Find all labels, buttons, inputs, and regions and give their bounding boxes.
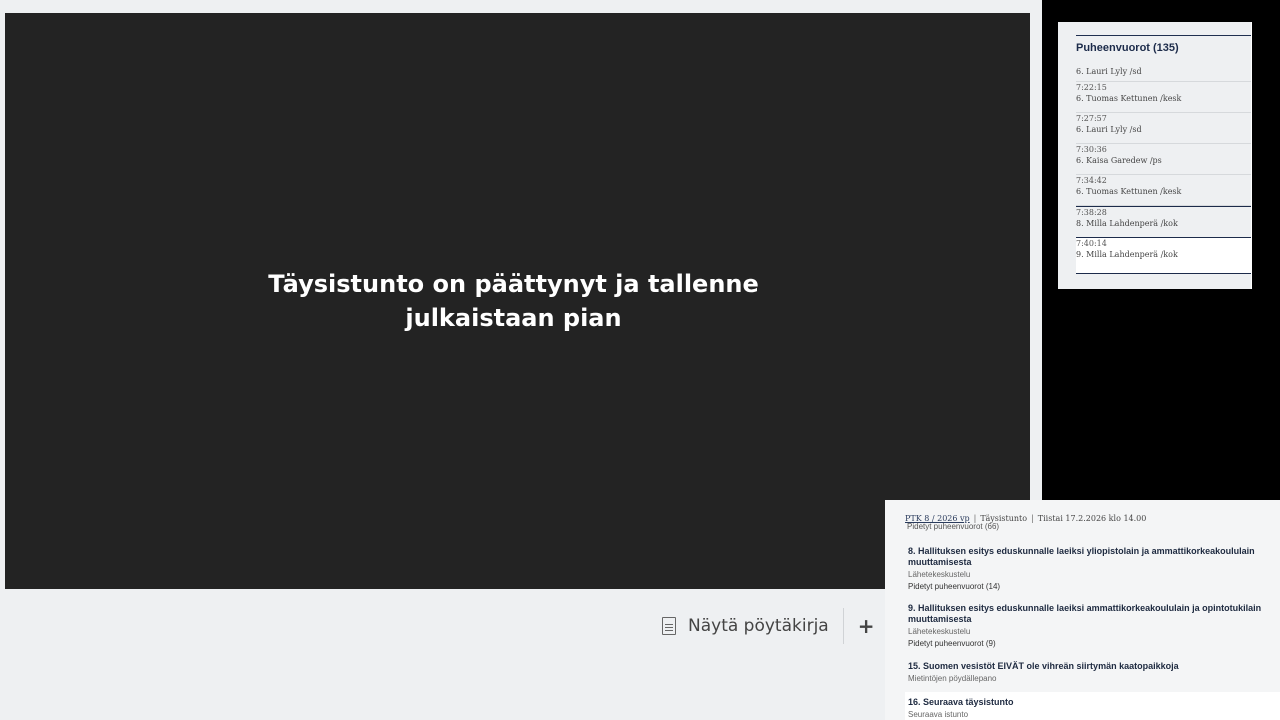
speech-item[interactable]: 7:38:28 8. Milla Lahdenperä /kok	[1076, 206, 1251, 237]
video-message-line-1: Täysistunto on päättynyt ja tallenne	[268, 270, 759, 298]
session-type: Täysistunto	[980, 514, 1028, 523]
speech-time: 7:22:15	[1076, 83, 1107, 92]
speeches-title: Puheenvuorot (135)	[1076, 35, 1251, 54]
video-status-message: Täysistunto on päättynyt ja tallenne jul…	[214, 267, 814, 335]
agenda-item[interactable]: 9. Hallituksen esitys eduskunnalle laeik…	[908, 603, 1268, 648]
speech-speaker: 9. Milla Lahdenperä /kok	[1076, 250, 1178, 259]
agenda-item-type: Lähetekeskustelu	[908, 627, 971, 636]
agenda-item-count[interactable]: Pidetyt puheenvuorot (9)	[908, 639, 1268, 648]
speech-speaker: 6. Lauri Lyly /sd	[1076, 125, 1142, 134]
action-bar: Näytä pöytäkirja + L	[662, 608, 894, 644]
speech-time: 7:40:14	[1076, 239, 1107, 248]
speech-time: 7:30:36	[1076, 145, 1107, 154]
session-header: PTK 8 / 2026 vp | Täysistunto | Tiistai 17.2…	[905, 514, 1147, 523]
speeches-list: 6. Lauri Lyly /sd 7:22:15 6. Tuomas Kett…	[1076, 66, 1251, 274]
agenda-item-title[interactable]: 9. Hallituksen esitys eduskunnalle laeik…	[908, 603, 1268, 625]
agenda-item-next-session[interactable]: 16. Seuraava täysistunto Seuraava istunt…	[905, 692, 1280, 720]
agenda-panel: PTK 8 / 2026 vp | Täysistunto | Tiistai 17.2…	[885, 500, 1280, 720]
agenda-item[interactable]: 15. Suomen vesistöt EIVÄT ole vihreän si…	[908, 661, 1268, 683]
speech-speaker: 6. Kaisa Garedew /ps	[1076, 156, 1162, 165]
speech-speaker: 8. Milla Lahdenperä /kok	[1076, 219, 1178, 228]
speech-item[interactable]: 7:34:42 6. Tuomas Kettunen /kesk	[1076, 175, 1251, 206]
agenda-item-count[interactable]: Pidetyt puheenvuorot (14)	[908, 582, 1268, 591]
speech-item[interactable]: 7:27:57 6. Lauri Lyly /sd	[1076, 113, 1251, 144]
speech-item[interactable]: 7:22:15 6. Tuomas Kettunen /kesk	[1076, 82, 1251, 113]
show-minutes-label: Näytä pöytäkirja	[688, 616, 829, 636]
video-player[interactable]: Täysistunto on päättynyt ja tallenne jul…	[5, 13, 1030, 589]
speech-item[interactable]: 6. Lauri Lyly /sd	[1076, 66, 1251, 82]
agenda-item-type: Lähetekeskustelu	[908, 570, 971, 579]
speeches-panel: Puheenvuorot (135) 6. Lauri Lyly /sd 7:2…	[1058, 22, 1252, 289]
document-icon	[662, 617, 676, 635]
agenda-item-title[interactable]: 8. Hallituksen esitys eduskunnalle laeik…	[908, 546, 1268, 568]
minutes-link[interactable]: PTK 8 / 2026 vp	[905, 514, 970, 523]
speech-speaker: 6. Tuomas Kettunen /kesk	[1076, 94, 1182, 103]
show-minutes-button[interactable]: Näytä pöytäkirja	[662, 616, 829, 636]
agenda-item-type: Mietintöjen pöydällepano	[908, 674, 997, 683]
speech-time: 7:27:57	[1076, 114, 1107, 123]
session-date: Tiistai 17.2.2026 klo 14.00	[1037, 514, 1147, 523]
speech-time: 7:34:42	[1076, 176, 1107, 185]
plus-icon: +	[857, 614, 875, 638]
speech-item-active[interactable]: 7:40:14 9. Milla Lahdenperä /kok	[1076, 237, 1251, 274]
agenda-item[interactable]: 8. Hallituksen esitys eduskunnalle laeik…	[908, 546, 1268, 591]
video-message-line-2: julkaistaan pian	[405, 304, 622, 332]
speech-speaker: 6. Tuomas Kettunen /kesk	[1076, 187, 1182, 196]
agenda-item-title[interactable]: 15. Suomen vesistöt EIVÄT ole vihreän si…	[908, 661, 1268, 672]
action-divider	[842, 608, 844, 644]
agenda-count-partial: Pidetyt puheenvuorot (66)	[907, 523, 1000, 531]
agenda-item-title[interactable]: 16. Seuraava täysistunto	[908, 697, 1277, 708]
speech-time: 7:38:28	[1076, 208, 1107, 217]
speech-item[interactable]: 7:30:36 6. Kaisa Garedew /ps	[1076, 144, 1251, 175]
speech-speaker: 6. Lauri Lyly /sd	[1076, 67, 1142, 76]
agenda-item-type: Seuraava istunto	[908, 710, 969, 719]
